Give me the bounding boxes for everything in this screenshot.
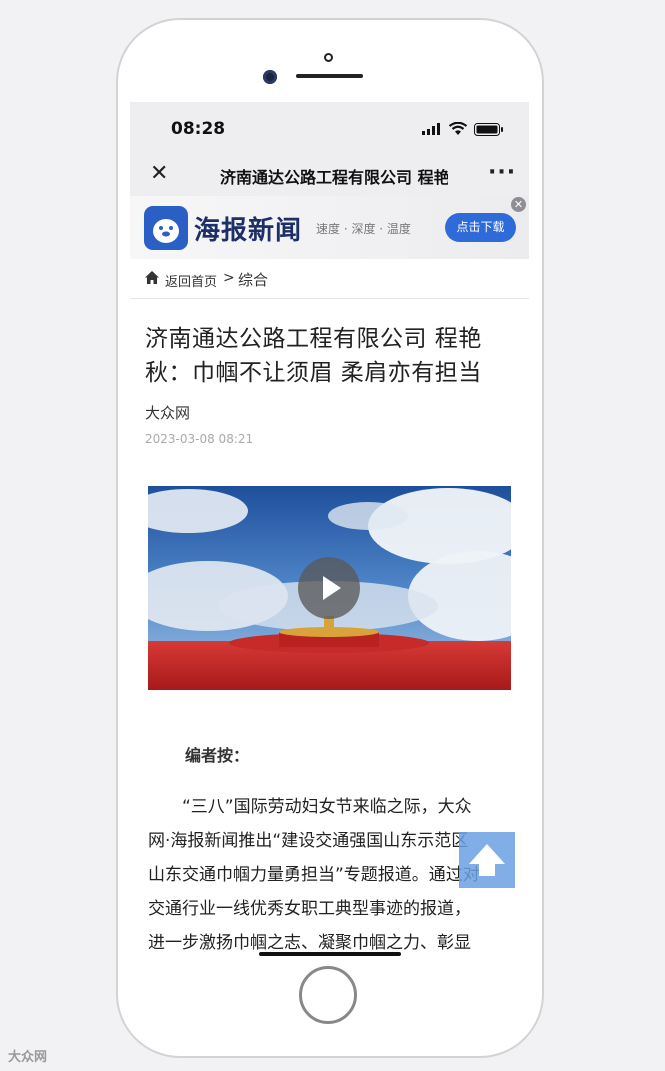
earpiece-speaker [296,74,363,78]
body-line: 交通行业一线优秀女职工典型事迹的报道， [148,899,471,919]
play-button[interactable] [298,557,360,619]
article-source: 大众网 [145,404,191,422]
article-date: 2023-03-08 08:21 [145,432,254,446]
body-line: “三八”国际劳动妇女节来临之际，大众 [182,797,472,817]
more-options-icon[interactable]: ··· [488,160,516,185]
back-to-top-button[interactable] [459,832,515,888]
wifi-icon [448,122,468,135]
article-title: 济南通达公路工程有限公司 程艳秋：巾帼不让须眉 柔肩亦有担当 [145,326,482,386]
screen: 08:28 ✕ 济南通达公路工程有限公司 程艳秋：巾帼不让须眉 柔肩亦有担当 ·… [130,102,529,964]
banner-close-icon[interactable]: ✕ [511,197,526,212]
banner-slogan: 速度 · 深度 · 温度 [316,222,411,236]
breadcrumb: 返回首页 > 综合 [130,260,529,299]
watermark: 大众网 [8,1050,48,1065]
home-indicator[interactable] [259,952,401,956]
download-button[interactable]: 点击下载 [445,213,516,242]
breadcrumb-separator: > [223,270,235,286]
app-download-banner[interactable]: 海报新闻 速度 · 深度 · 温度 点击下载 [130,196,529,259]
home-button[interactable] [299,966,357,1024]
category-link[interactable]: 综合 [238,269,268,290]
close-icon[interactable]: ✕ [150,163,170,185]
front-camera [263,70,277,84]
cellular-signal-icon [422,123,440,135]
play-icon [323,576,341,600]
home-icon[interactable] [144,270,160,285]
status-bar: 08:28 [130,102,529,154]
battery-icon [474,123,503,136]
arrow-up-icon [469,844,505,876]
status-time: 08:28 [171,119,226,139]
back-to-home-link[interactable]: 返回首页 [165,271,217,290]
banner-app-name: 海报新闻 [194,216,303,246]
video-player[interactable] [148,486,511,690]
page-title: 济南通达公路工程有限公司 程艳秋：巾帼不让须眉 柔肩亦有担当 [220,168,448,187]
app-logo [144,206,188,250]
proximity-sensor [324,53,333,62]
webview-nav-bar: ✕ 济南通达公路工程有限公司 程艳秋：巾帼不让须眉 柔肩亦有担当 ··· [130,154,529,196]
editor-note-label: 编者按： [185,746,250,765]
